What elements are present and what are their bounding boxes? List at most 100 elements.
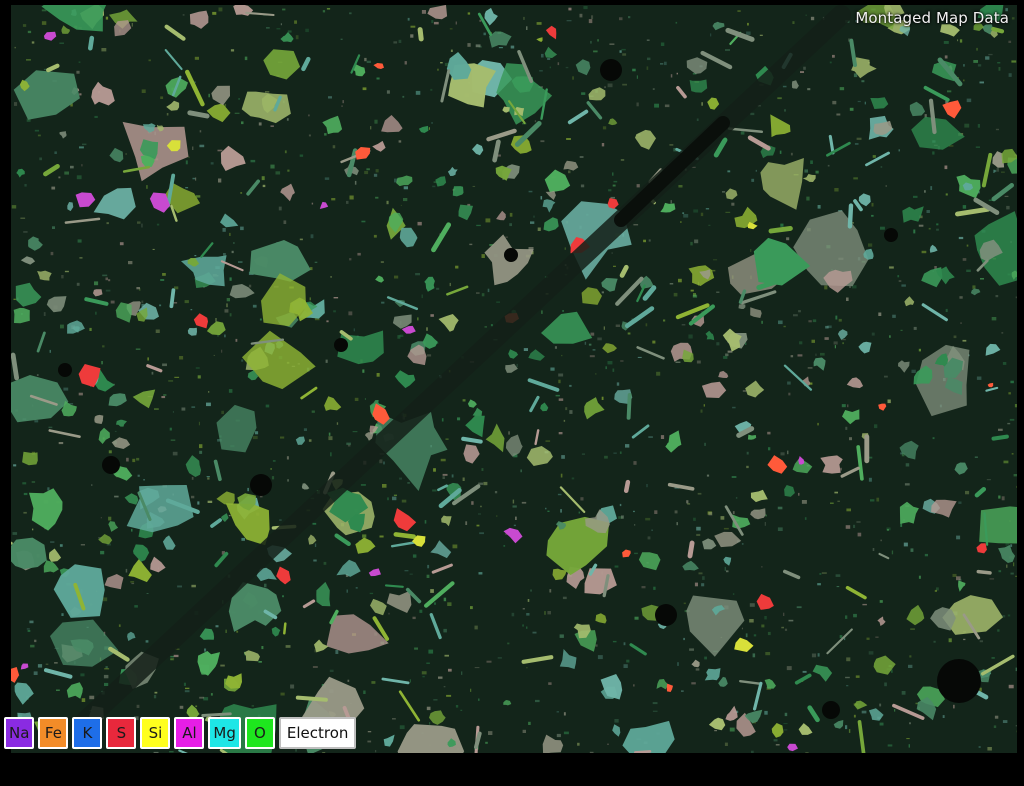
matrix-speck [507,642,510,645]
matrix-speck [401,499,407,503]
matrix-speck [959,39,963,43]
mineral-lath [991,434,1009,441]
matrix-speck [572,76,574,80]
matrix-speck [412,616,416,620]
matrix-speck [944,55,948,59]
matrix-speck [190,309,193,311]
matrix-speck [997,62,1001,64]
matrix-speck [788,619,794,622]
matrix-speck [91,484,93,486]
matrix-speck [179,705,184,709]
matrix-speck [905,463,910,467]
legend-chip-o[interactable]: O [244,717,275,749]
matrix-speck [747,22,749,26]
matrix-speck [603,326,605,330]
matrix-speck [793,314,798,317]
matrix-speck [637,356,642,358]
legend-chip-al[interactable]: Al [174,717,205,749]
matrix-speck [513,524,516,527]
matrix-speck [549,589,552,593]
matrix-speck [913,326,917,330]
matrix-speck [521,501,527,504]
matrix-speck [496,301,500,303]
matrix-speck [998,67,1001,71]
matrix-speck [392,496,397,501]
matrix-speck [328,436,333,441]
matrix-speck [812,319,817,323]
matrix-speck [366,168,370,171]
matrix-speck [930,186,933,190]
matrix-speck [27,30,32,34]
legend-chip-k[interactable]: K [72,717,103,749]
matrix-speck [480,505,482,508]
matrix-speck [619,503,622,507]
matrix-speck [868,651,874,655]
matrix-speck [131,528,133,532]
matrix-speck [64,270,69,273]
matrix-speck [130,581,135,583]
legend-chip-s[interactable]: S [106,717,137,749]
matrix-speck [786,237,790,241]
matrix-speck [51,186,56,190]
matrix-speck [670,200,672,204]
matrix-speck [682,212,685,214]
matrix-speck [974,456,978,458]
matrix-speck [528,721,531,725]
matrix-speck [713,259,718,261]
matrix-speck [311,202,314,205]
matrix-speck [415,90,421,95]
matrix-speck [783,729,788,731]
matrix-speck [767,431,771,435]
matrix-speck [428,649,434,654]
matrix-speck [276,28,281,30]
matrix-speck [751,178,755,182]
matrix-speck [846,508,851,512]
legend-chip-na[interactable]: Na [4,717,35,749]
matrix-speck [753,634,757,637]
matrix-speck [59,42,64,44]
matrix-speck [1013,474,1017,477]
matrix-speck [373,234,377,238]
matrix-speck [434,602,436,605]
legend-chip-label: O [253,724,266,742]
matrix-speck [386,90,390,94]
matrix-speck [884,375,888,378]
legend-chip-fe[interactable]: Fe [38,717,69,749]
matrix-speck [846,657,851,662]
matrix-speck [909,655,912,658]
matrix-speck [503,545,506,547]
matrix-speck [398,140,402,143]
matrix-speck [452,544,458,549]
montaged-element-map[interactable]: Montaged Map Data [11,5,1017,753]
matrix-speck [132,458,136,463]
matrix-speck [807,367,813,369]
matrix-speck [1011,17,1015,20]
matrix-speck [212,11,217,15]
matrix-speck [779,150,782,154]
matrix-speck [674,510,678,514]
matrix-speck [31,41,35,44]
matrix-speck [478,572,483,575]
legend-chip-si[interactable]: Si [140,717,171,749]
pore-void [937,659,981,703]
matrix-speck [998,495,1001,499]
matrix-speck [613,265,616,267]
matrix-speck [438,676,443,679]
matrix-speck [376,77,380,80]
legend-chip-mg[interactable]: Mg [208,717,241,749]
matrix-speck [627,332,631,335]
matrix-speck [47,487,50,491]
matrix-speck [853,177,858,180]
matrix-speck [332,145,336,149]
matrix-speck [314,543,317,547]
matrix-speck [889,335,891,338]
matrix-speck [558,373,564,377]
matrix-speck [170,439,176,441]
matrix-speck [926,210,930,213]
map-viewer[interactable]: Montaged Map Data Na Fe K S Si Al Mg O E… [0,0,1024,786]
matrix-speck [544,611,546,615]
mineral-lath [393,532,417,540]
legend-chip-electron[interactable]: Electron [278,717,357,749]
matrix-speck [52,226,55,229]
matrix-speck [910,548,914,552]
